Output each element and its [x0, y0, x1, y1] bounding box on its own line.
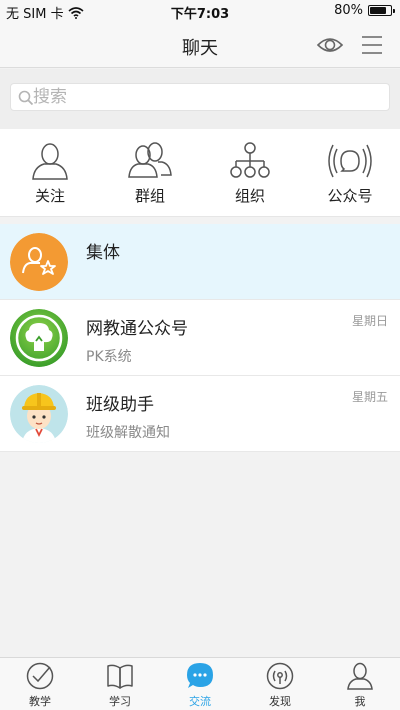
- radar-icon: [266, 662, 294, 690]
- conversation-name: 集体: [86, 243, 120, 263]
- org-tree-icon: [230, 142, 270, 178]
- tab-label: 学习: [109, 695, 131, 708]
- battery-icon: [368, 5, 395, 16]
- tree-logo-avatar: [10, 309, 68, 367]
- person-icon: [32, 143, 68, 180]
- conversation-row[interactable]: 班级助手 班级解散通知 星期五: [0, 376, 400, 452]
- broadcast-icon: [328, 144, 372, 178]
- status-right: 80%: [334, 3, 395, 18]
- shortcut-label: 关注: [34, 187, 65, 205]
- search-area: [0, 69, 400, 129]
- chat-bubble-icon: [187, 663, 213, 688]
- shortcut-label: 组织: [234, 187, 265, 205]
- conversation-list: 集体 网教通公众号 PK系统 星期日 班级助手 班级解散通知 星期五: [0, 224, 400, 452]
- tab-label: 发现: [269, 695, 291, 708]
- collective-avatar: [10, 233, 68, 291]
- conversation-row[interactable]: 集体: [0, 224, 400, 300]
- tab-discover[interactable]: 发现: [240, 658, 320, 710]
- conversation-preview: 班级解散通知: [86, 425, 170, 441]
- battery-percent: 80%: [334, 3, 363, 18]
- search-box[interactable]: [10, 83, 390, 111]
- shortcut-row: 关注 群组 组织 公众号: [0, 129, 400, 217]
- status-bar: 无 SIM 卡 下午7:03 80%: [0, 0, 400, 22]
- navigation-bar: 聊天: [0, 22, 400, 68]
- tab-label: 交流: [189, 695, 211, 708]
- tab-bar: 教学 学习 交流 发现 我: [0, 657, 400, 710]
- shortcut-organization[interactable]: 组织: [200, 129, 300, 217]
- book-icon: [107, 664, 133, 689]
- shortcut-label: 公众号: [327, 187, 373, 205]
- helper-avatar: [10, 385, 68, 443]
- checkmark-circle-icon: [26, 662, 54, 690]
- search-icon: [18, 90, 34, 106]
- tab-me[interactable]: 我: [320, 658, 400, 710]
- search-input[interactable]: [33, 85, 383, 109]
- conversation-name: 网教通公众号: [86, 319, 188, 339]
- eye-icon[interactable]: [316, 34, 344, 56]
- shortcut-label: 群组: [134, 187, 165, 205]
- menu-icon[interactable]: [360, 34, 384, 56]
- tab-study[interactable]: 学习: [80, 658, 160, 710]
- conversation-time: 星期日: [351, 314, 388, 328]
- tab-teaching[interactable]: 教学: [0, 658, 80, 710]
- shortcut-groups[interactable]: 群组: [100, 129, 200, 217]
- shortcut-follow[interactable]: 关注: [0, 129, 100, 217]
- user-icon: [347, 662, 373, 690]
- conversation-row[interactable]: 网教通公众号 PK系统 星期日: [0, 300, 400, 376]
- group-icon: [128, 142, 172, 178]
- tab-communication[interactable]: 交流: [160, 658, 240, 710]
- tab-label: 我: [354, 695, 366, 708]
- battery-level: [370, 7, 386, 14]
- shortcut-public-accounts[interactable]: 公众号: [300, 129, 400, 217]
- conversation-time: 星期五: [351, 390, 388, 404]
- conversation-preview: PK系统: [86, 349, 132, 365]
- conversation-name: 班级助手: [86, 395, 154, 415]
- tab-label: 教学: [29, 695, 51, 708]
